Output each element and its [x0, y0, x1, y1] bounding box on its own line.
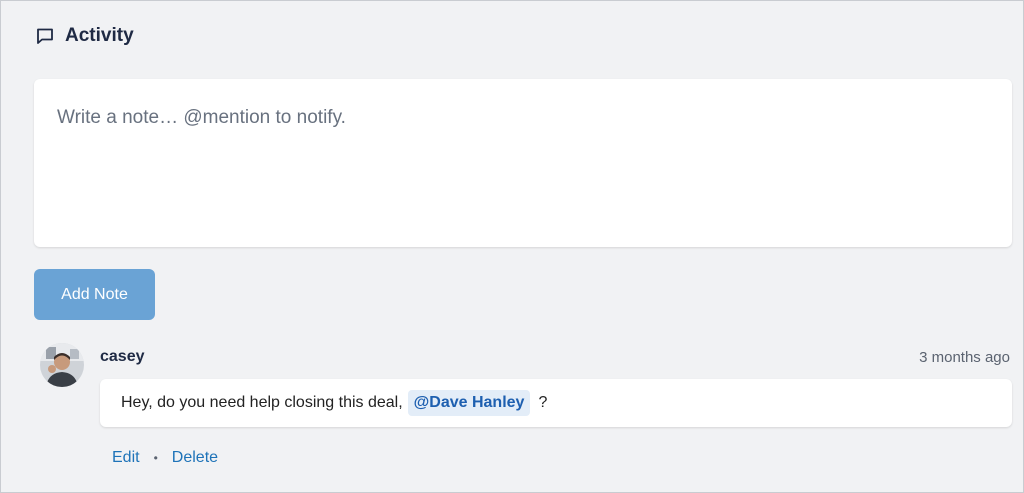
- note-editor: [34, 79, 1012, 247]
- add-note-button[interactable]: Add Note: [34, 269, 155, 320]
- activity-header: Activity: [35, 25, 134, 47]
- edit-link[interactable]: Edit: [112, 449, 140, 467]
- comment-author: casey: [100, 348, 145, 365]
- activity-panel: Activity Add Note casey 3 months ago Hey…: [0, 0, 1024, 493]
- comment-body: Hey, do you need help closing this deal,…: [100, 379, 1012, 427]
- delete-link[interactable]: Delete: [172, 449, 218, 467]
- activity-title: Activity: [65, 25, 134, 46]
- separator-dot: •: [153, 451, 158, 465]
- comment-text-end: ?: [538, 394, 548, 411]
- avatar[interactable]: [40, 343, 84, 387]
- mention-tag[interactable]: @Dave Hanley: [407, 390, 531, 416]
- comment-icon: [35, 26, 55, 46]
- comment-timestamp: 3 months ago: [919, 349, 1010, 366]
- note-input[interactable]: [34, 79, 1012, 247]
- comment-actions: Edit • Delete: [112, 449, 218, 467]
- comment-text: Hey, do you need help closing this deal,: [121, 394, 403, 411]
